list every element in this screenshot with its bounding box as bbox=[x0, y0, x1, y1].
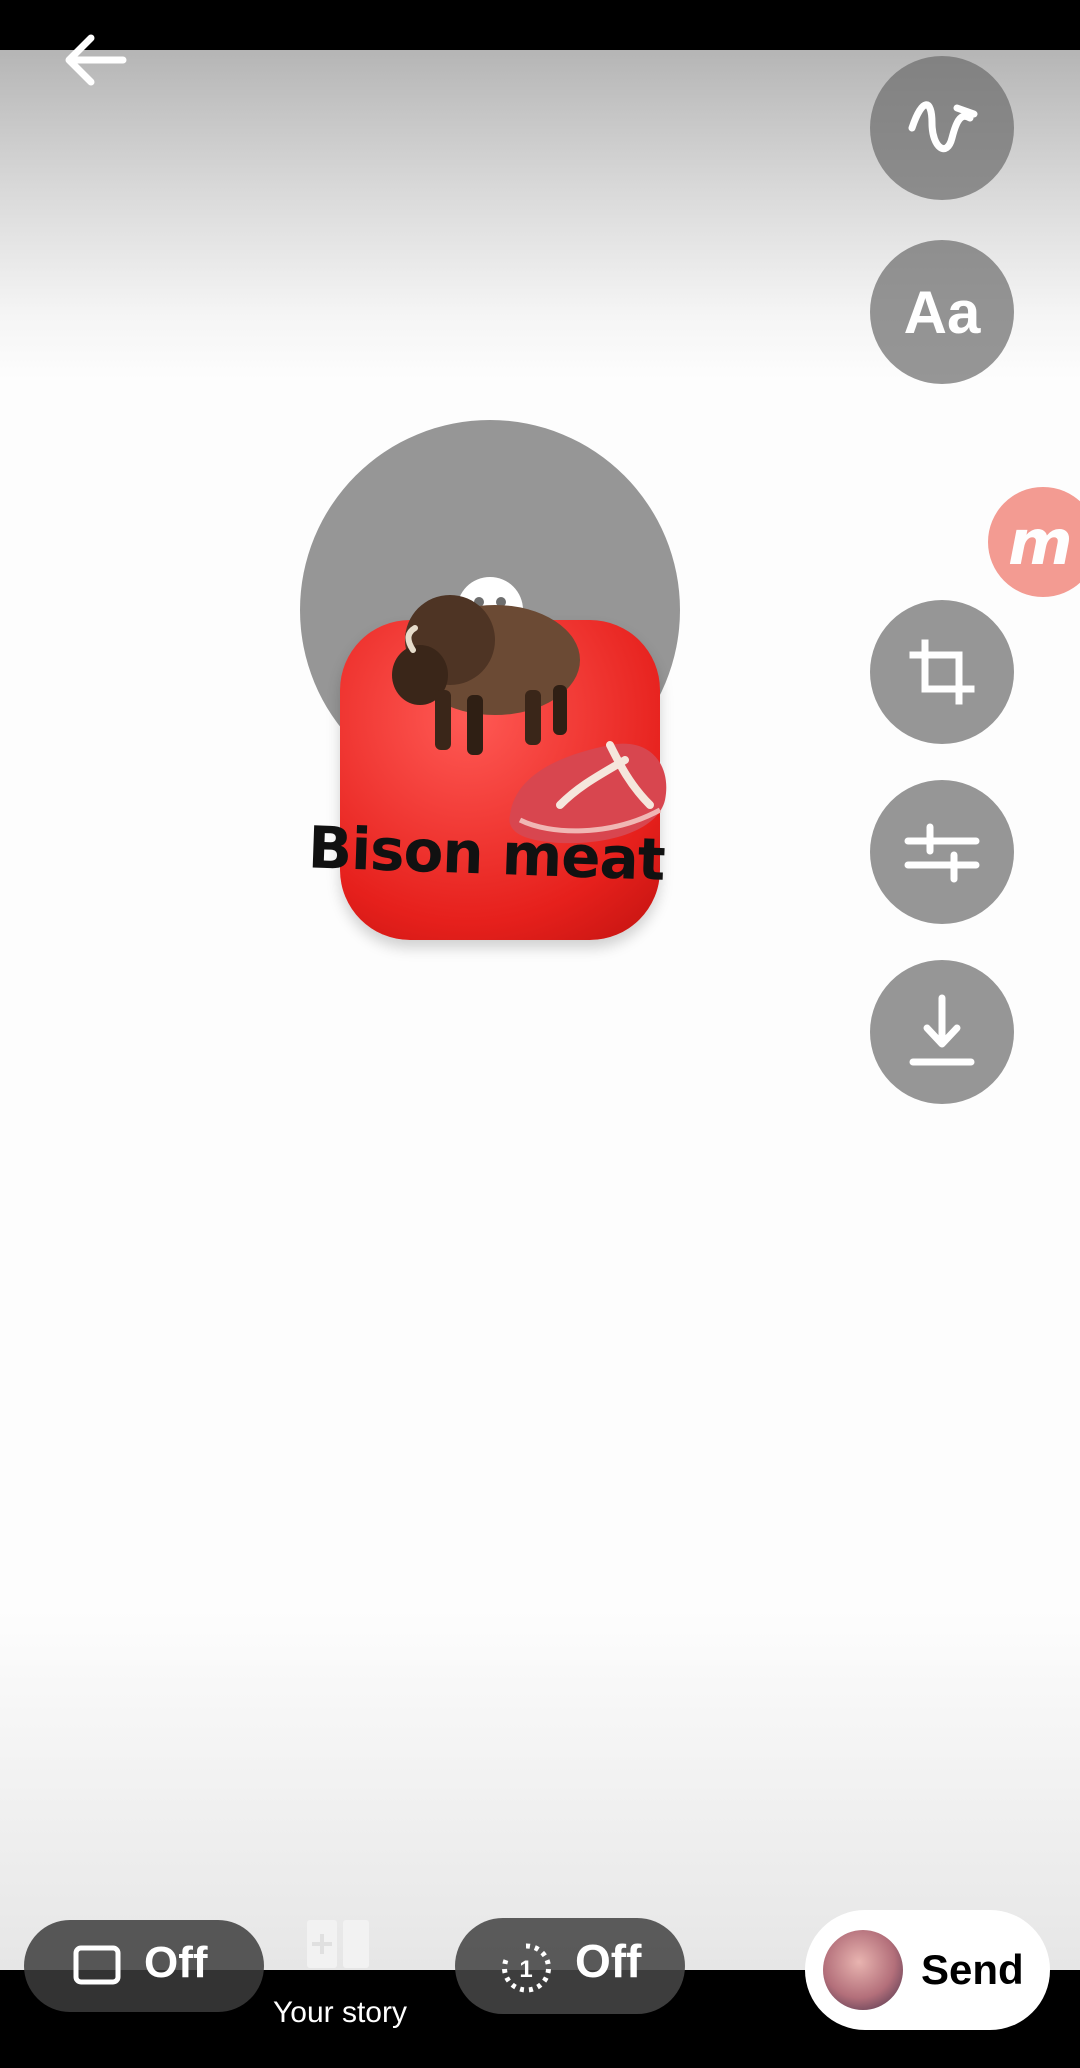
send-button[interactable]: Send bbox=[805, 1910, 1050, 2030]
text-aa-icon: Aa bbox=[903, 278, 981, 346]
back-button[interactable] bbox=[55, 25, 135, 95]
timer-icon: 1 bbox=[502, 1943, 551, 1993]
avatar bbox=[823, 1930, 903, 2010]
squiggle-draw-icon bbox=[908, 101, 978, 153]
draw-tool-button[interactable] bbox=[870, 56, 1014, 200]
adjust-tool-button[interactable] bbox=[870, 780, 1014, 924]
your-story-label[interactable]: Your story bbox=[255, 1996, 425, 2030]
send-label: Send bbox=[921, 1946, 1024, 1993]
overlay-m-badge[interactable]: m bbox=[988, 487, 1080, 597]
back-arrow-icon bbox=[65, 34, 127, 86]
text-tool-button[interactable]: Aa bbox=[870, 240, 1014, 384]
sticker-label: Bison meat bbox=[306, 813, 666, 894]
hd-icon bbox=[73, 1945, 121, 1985]
story-editor-screen: Aa m Bison meat Off Your story 1 Off Sen… bbox=[0, 0, 1080, 2068]
crop-tool-button[interactable] bbox=[870, 600, 1014, 744]
download-tool-button[interactable] bbox=[870, 960, 1014, 1104]
download-icon bbox=[909, 994, 975, 1066]
crop-icon bbox=[909, 639, 975, 705]
overlay-m-letter: m bbox=[1008, 505, 1073, 579]
photo-canvas[interactable]: Aa m Bison meat bbox=[0, 50, 1080, 1970]
timer-value: 1 bbox=[519, 1956, 532, 1983]
hd-toggle-state: Off bbox=[144, 1938, 208, 1987]
timer-state: Off bbox=[575, 1935, 642, 1987]
timer-toggle-button[interactable]: 1 Off bbox=[455, 1918, 685, 2014]
add-story-icon[interactable] bbox=[305, 1916, 371, 1972]
sliders-adjust-icon bbox=[904, 823, 980, 883]
hd-toggle-button[interactable]: Off bbox=[24, 1920, 264, 2012]
bison-meat-sticker[interactable]: Bison meat bbox=[300, 580, 680, 960]
status-bar bbox=[0, 0, 1080, 50]
